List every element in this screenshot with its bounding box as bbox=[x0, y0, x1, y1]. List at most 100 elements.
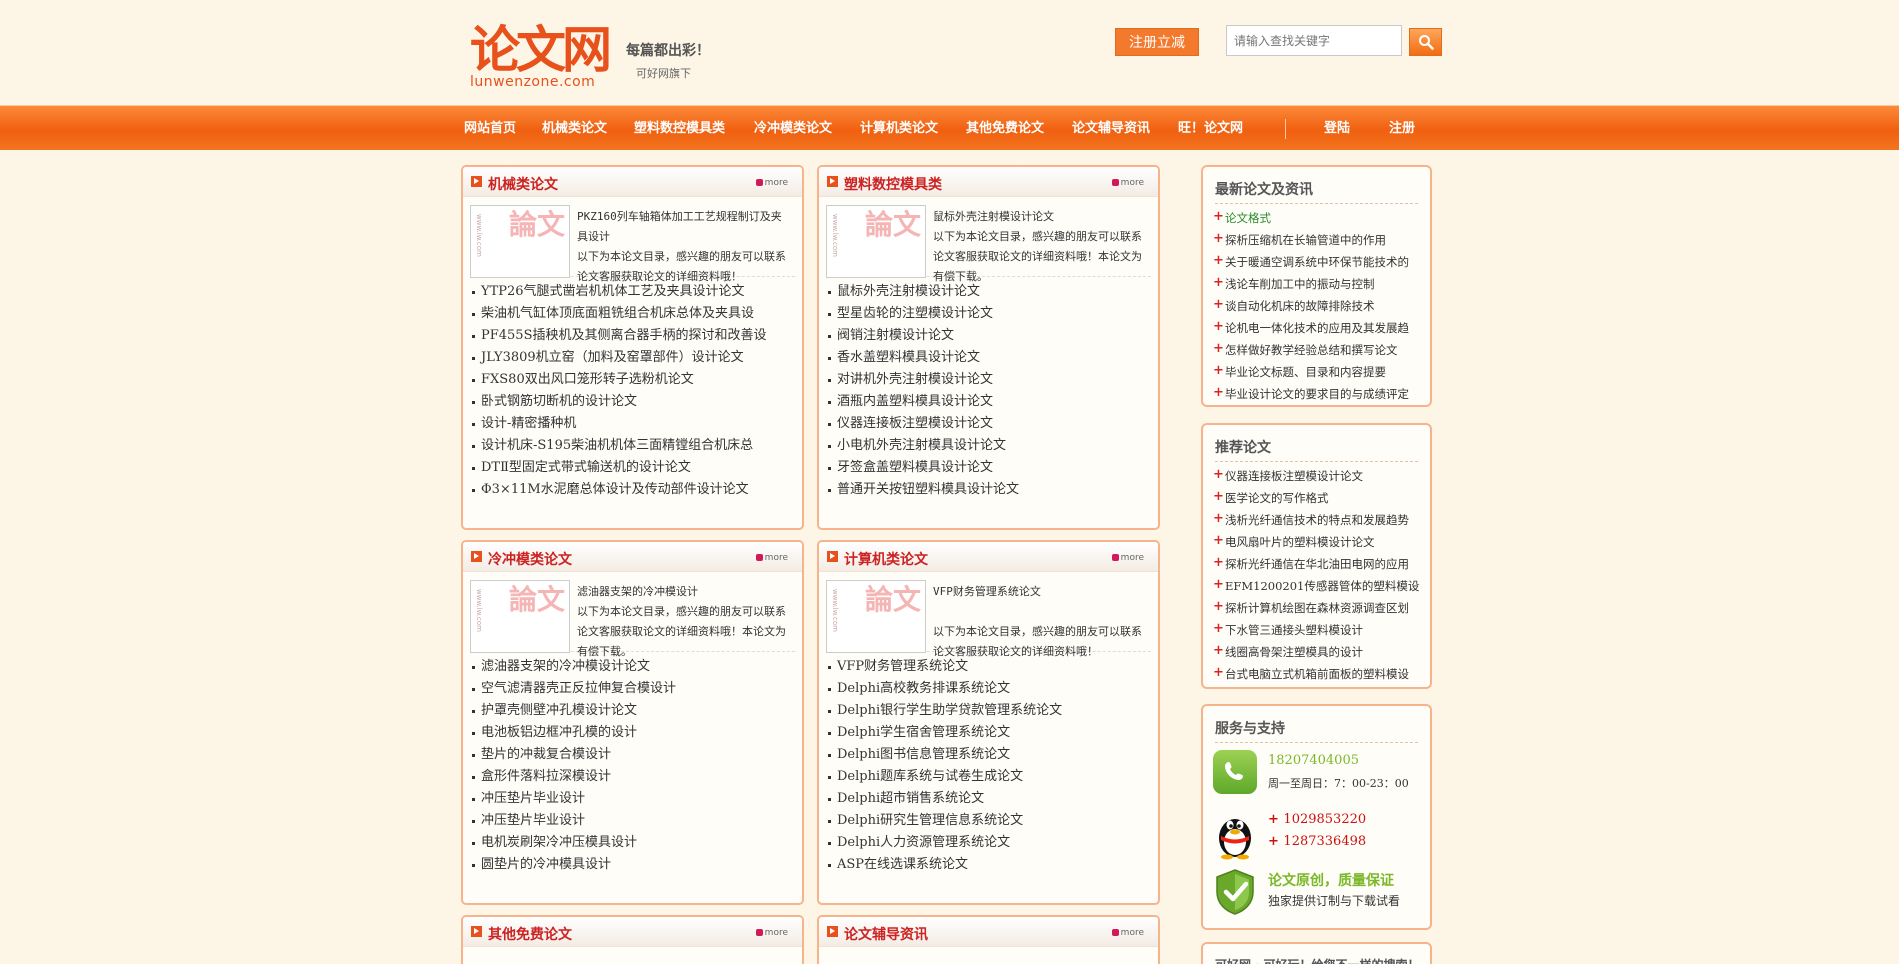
qq-number[interactable]: 1287336498 bbox=[1268, 834, 1366, 849]
list-item[interactable]: 浅析光纤通信技术的特点和发展趋势 bbox=[1213, 509, 1420, 531]
list-item[interactable]: 设计-精密播种机 bbox=[471, 413, 794, 435]
nav-cold-stamping[interactable]: 冷冲模类论文 bbox=[754, 106, 832, 151]
list-item[interactable]: 谈自动化机床的故障排除技术 bbox=[1213, 295, 1420, 317]
list-item[interactable]: 圆垫片的冷冲模具设计 bbox=[471, 854, 794, 876]
list-item[interactable]: Delphi超市销售系统论文 bbox=[827, 788, 1150, 810]
list-item[interactable]: 仪器连接板注塑模设计论文 bbox=[1213, 465, 1420, 487]
nav-free-papers[interactable]: 其他免费论文 bbox=[966, 106, 1044, 151]
nav-login[interactable]: 登陆 bbox=[1324, 106, 1350, 151]
section-title[interactable]: 论文辅导资讯 bbox=[844, 924, 928, 944]
featured-title[interactable]: 鼠标外壳注射模设计论文 bbox=[933, 207, 1143, 227]
list-item[interactable]: 关于暖通空调系统中环保节能技术的 bbox=[1213, 251, 1420, 273]
list-item[interactable]: 电池板铝边框冲孔模的设计 bbox=[471, 722, 794, 744]
list-item[interactable]: 香水盖塑料模具设计论文 bbox=[827, 347, 1150, 369]
list-item[interactable]: 下水管三通接头塑料模设计 bbox=[1213, 619, 1420, 641]
more-link[interactable]: more bbox=[1111, 553, 1144, 563]
featured-text: 鼠标外壳注射模设计论文 以下为本论文目录，感兴趣的朋友可以联系论文客服获取论文的… bbox=[933, 207, 1143, 287]
list-item[interactable]: 探析光纤通信在华北油田电网的应用 bbox=[1213, 553, 1420, 575]
list-item[interactable]: 电机炭刷架冷冲压模具设计 bbox=[471, 832, 794, 854]
section-title[interactable]: 其他免费论文 bbox=[488, 924, 572, 944]
nav-tutoring-news[interactable]: 论文辅导资讯 bbox=[1072, 106, 1150, 151]
list-item[interactable]: PF455S插秧机及其侧离合器手柄的探讨和改善设 bbox=[471, 325, 794, 347]
list-item[interactable]: 线圈高骨架注塑模具的设计 bbox=[1213, 641, 1420, 663]
list-item[interactable]: VFP财务管理系统论文 bbox=[827, 656, 1150, 678]
phone-number[interactable]: 18207404005 bbox=[1268, 753, 1359, 768]
section-title[interactable]: 机械类论文 bbox=[488, 174, 558, 194]
list-item[interactable]: 盒形件落料拉深模设计 bbox=[471, 766, 794, 788]
section-title[interactable]: 冷冲模类论文 bbox=[488, 549, 572, 569]
thumbnail-image[interactable]: www.lw.com 論文 bbox=[826, 580, 926, 653]
list-item[interactable]: Delphi人力资源管理系统论文 bbox=[827, 832, 1150, 854]
list-item[interactable]: Delphi学生宿舍管理系统论文 bbox=[827, 722, 1150, 744]
list-item[interactable]: 护罩壳侧壁冲孔模设计论文 bbox=[471, 700, 794, 722]
qq-number[interactable]: 1029853220 bbox=[1268, 812, 1366, 827]
list-item[interactable]: ASP在线选课系统论文 bbox=[827, 854, 1150, 876]
featured-title[interactable]: VFP财务管理系统论文 bbox=[933, 582, 1143, 602]
list-item[interactable]: Delphi高校教务排课系统论文 bbox=[827, 678, 1150, 700]
list-item[interactable]: 垫片的冲裁复合模设计 bbox=[471, 744, 794, 766]
nav-home[interactable]: 网站首页 bbox=[464, 106, 516, 151]
list-item[interactable]: 浅论车削加工中的振动与控制 bbox=[1213, 273, 1420, 295]
list-item[interactable]: 柴油机气缸体顶底面粗铣组合机床总体及夹具设 bbox=[471, 303, 794, 325]
list-item[interactable]: 普通开关按钮塑料模具设计论文 bbox=[827, 479, 1150, 501]
list-item[interactable]: 设计机床-S195柴油机机体三面精镗组合机床总 bbox=[471, 435, 794, 457]
register-discount-button[interactable]: 注册立减 bbox=[1115, 28, 1199, 56]
list-item[interactable]: 毕业论文标题、目录和内容提要 bbox=[1213, 361, 1420, 383]
list-item[interactable]: 台式电脑立式机箱前面板的塑料模设 bbox=[1213, 663, 1420, 685]
list-item[interactable]: 怎样做好教学经验总结和撰写论文 bbox=[1213, 339, 1420, 361]
list-item[interactable]: YTP26气腿式凿岩机机体工艺及夹具设计论文 bbox=[471, 281, 794, 303]
list-item[interactable]: 探析计算机绘图在森林资源调查区划 bbox=[1213, 597, 1420, 619]
list-item[interactable]: 鼠标外壳注射模设计论文 bbox=[827, 281, 1150, 303]
list-item[interactable]: Delphi题库系统与试卷生成论文 bbox=[827, 766, 1150, 788]
list-item[interactable]: Delphi银行学生助学贷款管理系统论文 bbox=[827, 700, 1150, 722]
nav-wang-lunwen[interactable]: 旺！论文网 bbox=[1178, 106, 1243, 151]
list-item[interactable]: Delphi图书信息管理系统论文 bbox=[827, 744, 1150, 766]
list-item[interactable]: 卧式钢筋切断机的设计论文 bbox=[471, 391, 794, 413]
search-input[interactable] bbox=[1226, 25, 1402, 56]
section-title[interactable]: 塑料数控模具类 bbox=[844, 174, 942, 194]
list-item[interactable]: 论文格式 bbox=[1213, 207, 1420, 229]
list-item[interactable]: 滤油器支架的冷冲模设计论文 bbox=[471, 656, 794, 678]
list-item[interactable]: 空气滤清器壳正反拉伸复合模设计 bbox=[471, 678, 794, 700]
list-item[interactable]: 型星齿轮的注塑模设计论文 bbox=[827, 303, 1150, 325]
thumbnail-image[interactable]: www.lw.com 論文 bbox=[470, 205, 570, 278]
list-item[interactable]: 阀销注射模设计论文 bbox=[827, 325, 1150, 347]
list-item[interactable]: 冲压垫片毕业设计 bbox=[471, 788, 794, 810]
list-item[interactable]: 仪器连接板注塑模设计论文 bbox=[827, 413, 1150, 435]
featured-title[interactable]: 滤油器支架的冷冲模设计 bbox=[577, 582, 787, 602]
list-item[interactable]: Delphi研究生管理信息系统论文 bbox=[827, 810, 1150, 832]
nav-register[interactable]: 注册 bbox=[1389, 106, 1415, 151]
latest-list: 论文格式 探析压缩机在长输管道中的作用 关于暖通空调系统中环保节能技术的 浅论车… bbox=[1213, 207, 1420, 405]
list-item[interactable]: 电风扇叶片的塑料模设计论文 bbox=[1213, 531, 1420, 553]
list-item[interactable]: 小电机外壳注射模具设计论文 bbox=[827, 435, 1150, 457]
list-item[interactable]: 毕业设计论文的要求目的与成绩评定 bbox=[1213, 383, 1420, 405]
thumbnail-image[interactable]: www.lw.com 論文 bbox=[826, 205, 926, 278]
featured-description: 以下为本论文目录，感兴趣的朋友可以联系论文客服获取论文的详细资料哦！本论文为有偿… bbox=[933, 230, 1142, 283]
more-link[interactable]: more bbox=[755, 928, 788, 938]
list-item[interactable]: 对讲机外壳注射模设计论文 bbox=[827, 369, 1150, 391]
site-logo[interactable]: 论文网 lunwenzone.com bbox=[470, 22, 620, 92]
thumbnail-image[interactable]: www.lw.com 論文 bbox=[470, 580, 570, 653]
nav-plastic-mold[interactable]: 塑料数控模具类 bbox=[634, 106, 725, 151]
list-item[interactable]: 牙签盒盖塑料模具设计论文 bbox=[827, 457, 1150, 479]
featured-title[interactable]: PKZ160列车轴箱体加工工艺规程制订及夹具设计 bbox=[577, 207, 787, 247]
more-link[interactable]: more bbox=[755, 553, 788, 563]
list-item[interactable]: FXS80双出风口笼形转子选粉机论文 bbox=[471, 369, 794, 391]
more-link[interactable]: more bbox=[1111, 928, 1144, 938]
list-item[interactable]: 冲压垫片毕业设计 bbox=[471, 810, 794, 832]
nav-mechanical[interactable]: 机械类论文 bbox=[542, 106, 607, 151]
list-item[interactable]: 论机电一体化技术的应用及其发展趋 bbox=[1213, 317, 1420, 339]
list-item[interactable]: JLY3809机立窑（加料及窑罩部件）设计论文 bbox=[471, 347, 794, 369]
list-item[interactable]: 医学论文的写作格式 bbox=[1213, 487, 1420, 509]
more-link[interactable]: more bbox=[1111, 178, 1144, 188]
list-item[interactable]: Φ3×11M水泥磨总体设计及传动部件设计论文 bbox=[471, 479, 794, 501]
search-button[interactable] bbox=[1409, 28, 1442, 56]
arrow-icon bbox=[827, 551, 838, 562]
nav-computer[interactable]: 计算机类论文 bbox=[860, 106, 938, 151]
list-item[interactable]: DTⅡ型固定式带式输送机的设计论文 bbox=[471, 457, 794, 479]
list-item[interactable]: EFM1200201传感器管体的塑料模设计 bbox=[1213, 575, 1420, 597]
list-item[interactable]: 酒瓶内盖塑料模具设计论文 bbox=[827, 391, 1150, 413]
list-item[interactable]: 探析压缩机在长输管道中的作用 bbox=[1213, 229, 1420, 251]
section-title[interactable]: 计算机类论文 bbox=[844, 549, 928, 569]
more-link[interactable]: more bbox=[755, 178, 788, 188]
